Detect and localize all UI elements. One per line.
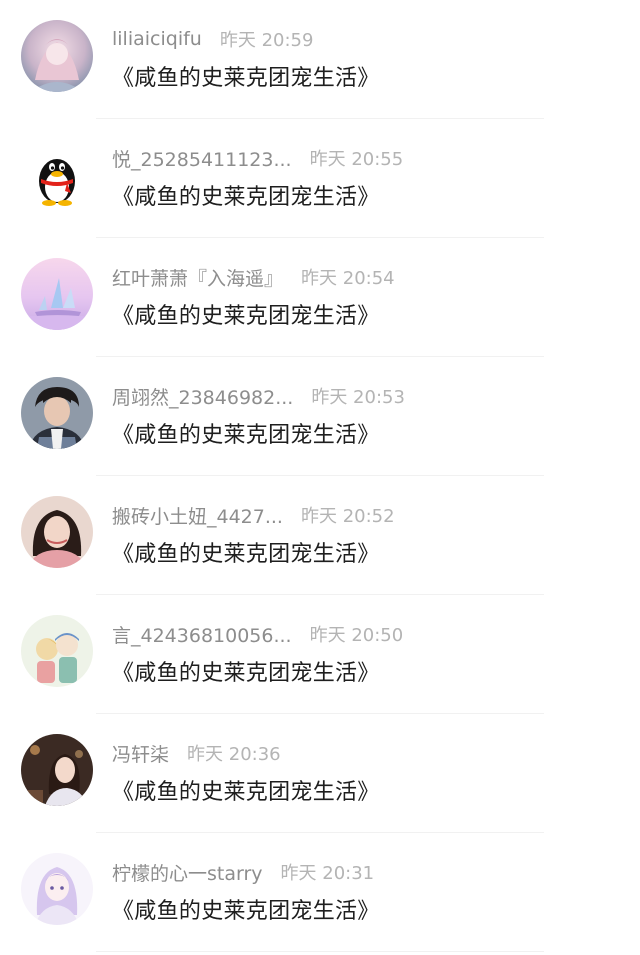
username[interactable]: 柠檬的心一starry [112,859,263,886]
avatar[interactable] [21,853,93,925]
avatar[interactable] [21,734,93,806]
avatar[interactable] [21,20,93,92]
username[interactable]: 搬砖小土妞_4427... [112,502,283,529]
username[interactable]: 言_42436810056... [112,621,292,648]
comment-item[interactable]: liliaiciqifu 昨天 20:59 《咸鱼的史莱克团宠生活》 [0,0,640,119]
timestamp: 昨天 20:36 [187,744,281,765]
comment-item[interactable]: 冯轩柒 昨天 20:36 《咸鱼的史莱克团宠生活》 [0,714,640,833]
avatar[interactable] [21,258,93,330]
avatar[interactable] [21,139,93,211]
timestamp: 昨天 20:59 [219,30,314,51]
comment-text: 《咸鱼的史莱克团宠生活》 [112,661,380,686]
comment-text: 《咸鱼的史莱克团宠生活》 [112,304,380,329]
timestamp: 昨天 20:53 [311,387,405,408]
comment-text: 《咸鱼的史莱克团宠生活》 [112,185,380,210]
comment-text: 《咸鱼的史莱克团宠生活》 [112,780,380,805]
comment-text: 《咸鱼的史莱克团宠生活》 [112,66,380,91]
comment-item[interactable]: 搬砖小土妞_4427... 昨天 20:52 《咸鱼的史莱克团宠生活》 [0,476,640,595]
comment-text: 《咸鱼的史莱克团宠生活》 [112,542,380,567]
timestamp: 昨天 20:55 [309,149,404,170]
comment-text: 《咸鱼的史莱克团宠生活》 [112,423,380,448]
comment-item[interactable]: 红叶萧萧『入海遥』 昨天 20:54 《咸鱼的史莱克团宠生活》 [0,238,640,357]
username[interactable]: liliaiciqifu [112,28,202,50]
timestamp: 昨天 20:50 [309,625,404,646]
divider [96,951,544,952]
username[interactable]: 红叶萧萧『入海遥』 [112,264,283,291]
username[interactable]: 悦_25285411123... [112,145,292,172]
avatar[interactable] [21,615,93,687]
avatar[interactable] [21,377,93,449]
timestamp: 昨天 20:54 [301,268,395,289]
timestamp: 昨天 20:31 [280,863,375,884]
username[interactable]: 周翊然_23846982... [112,383,293,410]
comment-list: liliaiciqifu 昨天 20:59 《咸鱼的史莱克团宠生活》 悦_252… [0,0,640,955]
timestamp: 昨天 20:52 [300,506,395,527]
comment-item[interactable]: 周翊然_23846982... 昨天 20:53 《咸鱼的史莱克团宠生活》 [0,357,640,476]
comment-text: 《咸鱼的史莱克团宠生活》 [112,899,380,924]
username[interactable]: 冯轩柒 [112,740,169,767]
comment-item[interactable]: 柠檬的心一starry 昨天 20:31 《咸鱼的史莱克团宠生活》 [0,833,640,952]
comment-item[interactable]: 言_42436810056... 昨天 20:50 《咸鱼的史莱克团宠生活》 [0,595,640,714]
avatar[interactable] [21,496,93,568]
comment-item[interactable]: 悦_25285411123... 昨天 20:55 《咸鱼的史莱克团宠生活》 [0,119,640,238]
